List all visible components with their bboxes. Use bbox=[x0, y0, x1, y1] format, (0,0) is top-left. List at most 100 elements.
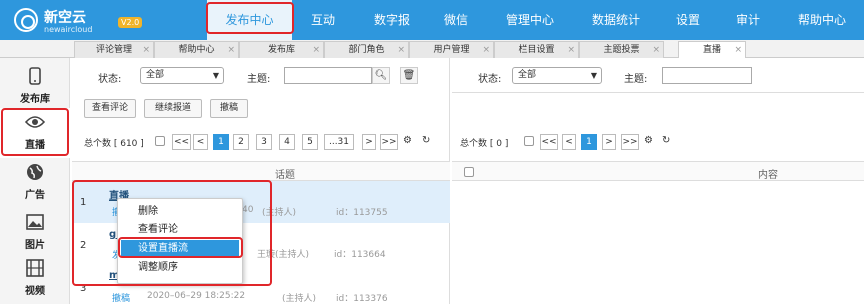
status-select-value: 全部 bbox=[518, 70, 537, 80]
first-page-button[interactable]: << bbox=[540, 134, 558, 150]
nav-interaction[interactable]: 互动 bbox=[298, 0, 348, 40]
select-all-checkbox[interactable] bbox=[464, 167, 474, 177]
page-1[interactable]: 1 bbox=[581, 134, 597, 150]
total-count: 总个数 [ 0 ] bbox=[460, 139, 509, 149]
tab-label: 帮助中心 bbox=[178, 45, 215, 55]
sidebar-label: 视频 bbox=[25, 286, 45, 297]
next-page-button[interactable]: > bbox=[362, 134, 376, 150]
nav-help-center[interactable]: 帮助中心 bbox=[790, 0, 854, 40]
subject-input[interactable] bbox=[284, 67, 372, 84]
search-icon: 🔍︎ bbox=[374, 70, 388, 81]
close-icon[interactable]: × bbox=[397, 42, 405, 58]
subject-input[interactable] bbox=[662, 67, 752, 84]
tab-label: 评论管理 bbox=[95, 45, 132, 55]
first-page-button[interactable]: << bbox=[172, 134, 191, 150]
close-icon[interactable]: × bbox=[652, 42, 660, 58]
row-time: 2020–06–29 18:25:22 bbox=[147, 291, 246, 301]
close-icon[interactable]: × bbox=[567, 42, 575, 58]
chevron-down-icon: ▼ bbox=[212, 71, 219, 80]
tab-publish-lib[interactable]: 发布库 × bbox=[239, 41, 324, 58]
image-icon bbox=[24, 212, 46, 232]
divider bbox=[452, 92, 864, 93]
status-label: 状态: bbox=[478, 74, 502, 85]
tab-strip: 评论管理 × 帮助中心 × 发布库 × 部门角色 × 用户管理 × 栏目设置 × 主题投票 ×… bbox=[0, 40, 864, 58]
refresh-icon[interactable]: ↻ bbox=[422, 135, 430, 146]
brand-subtitle: newaircloud bbox=[44, 25, 93, 34]
total-count: 总个数 [ 610 ] bbox=[84, 139, 144, 149]
highlight-box-sidebar bbox=[1, 108, 69, 156]
page-size-box[interactable] bbox=[155, 136, 165, 146]
page-1[interactable]: 1 bbox=[213, 134, 229, 150]
close-icon[interactable]: × bbox=[734, 42, 742, 58]
settings-icon[interactable]: ⚙ bbox=[403, 135, 412, 146]
tab-label: 部门角色 bbox=[348, 45, 385, 55]
withdraw-button[interactable]: 撤稿 bbox=[210, 99, 248, 118]
table-header: 内容 bbox=[452, 161, 864, 181]
trash-icon: 🗑︎ bbox=[402, 70, 416, 81]
tab-label: 栏目设置 bbox=[518, 45, 555, 55]
nav-digital-paper[interactable]: 数字报 bbox=[364, 0, 420, 40]
highlight-box-rows bbox=[72, 180, 272, 286]
page-31[interactable]: ...31 bbox=[324, 134, 354, 150]
highlight-box-nav bbox=[206, 2, 294, 34]
prev-page-button[interactable]: < bbox=[562, 134, 576, 150]
sidebar-item-publish-lib[interactable]: 发布库 bbox=[0, 62, 70, 112]
sidebar-label: 广告 bbox=[25, 190, 45, 201]
tab-user-mgmt[interactable]: 用户管理 × bbox=[409, 41, 494, 58]
page-2[interactable]: 2 bbox=[233, 134, 249, 150]
nav-management-center[interactable]: 管理中心 bbox=[498, 0, 562, 40]
nav-statistics[interactable]: 数据统计 bbox=[584, 0, 648, 40]
brand-logo[interactable]: 新空云 newaircloud V2.0 bbox=[14, 5, 143, 35]
view-comments-button[interactable]: 查看评论 bbox=[84, 99, 136, 118]
sidebar-item-videos[interactable]: 视频 bbox=[0, 254, 70, 304]
subject-label: 主题: bbox=[247, 74, 271, 85]
row-action[interactable]: 撤稿 bbox=[112, 291, 130, 304]
page-3[interactable]: 3 bbox=[256, 134, 272, 150]
row-id: id：113664 bbox=[334, 250, 386, 260]
nav-settings[interactable]: 设置 bbox=[668, 0, 708, 40]
status-select-value: 全部 bbox=[146, 70, 165, 80]
status-select[interactable]: 全部 ▼ bbox=[512, 67, 602, 84]
phone-icon bbox=[24, 66, 46, 86]
tab-live[interactable]: 直播 × bbox=[678, 41, 746, 58]
row-id: id：113755 bbox=[336, 208, 388, 218]
nav-wechat[interactable]: 微信 bbox=[432, 0, 480, 40]
continue-report-button[interactable]: 继续报道 bbox=[144, 99, 202, 118]
close-icon[interactable]: × bbox=[227, 42, 235, 58]
status-select[interactable]: 全部 ▼ bbox=[140, 67, 224, 84]
tab-topic-vote[interactable]: 主题投票 × bbox=[579, 41, 664, 58]
live-content-panel: 状态: 全部 ▼ 主题: 总个数 [ 0 ] << < 1 > >> ⚙ ↻ 内容 bbox=[452, 58, 864, 304]
close-icon[interactable]: × bbox=[482, 42, 490, 58]
close-icon[interactable]: × bbox=[142, 42, 150, 58]
refresh-icon[interactable]: ↻ bbox=[662, 135, 670, 146]
close-icon[interactable]: × bbox=[312, 42, 320, 58]
last-page-button[interactable]: >> bbox=[380, 134, 398, 150]
sidebar: 发布库 直播 广告 图片 视频 bbox=[0, 58, 70, 304]
status-label: 状态: bbox=[98, 74, 122, 85]
globe-icon bbox=[24, 162, 46, 182]
top-nav-bar: 新空云 newaircloud V2.0 发布中心 互动 数字报 微信 管理中心… bbox=[0, 0, 864, 40]
settings-icon[interactable]: ⚙ bbox=[644, 135, 653, 146]
next-page-button[interactable]: > bbox=[602, 134, 616, 150]
page-4[interactable]: 4 bbox=[279, 134, 295, 150]
page-size-box[interactable] bbox=[524, 136, 534, 146]
brand-name: 新空云 bbox=[44, 10, 86, 26]
search-button[interactable]: 🔍︎ bbox=[372, 67, 390, 84]
logo-icon bbox=[14, 8, 38, 32]
tab-comment-mgmt[interactable]: 评论管理 × bbox=[74, 41, 154, 58]
delete-button[interactable]: 🗑︎ bbox=[400, 67, 418, 84]
tab-help-center[interactable]: 帮助中心 × bbox=[154, 41, 239, 58]
version-badge: V2.0 bbox=[118, 17, 143, 28]
tab-dept-roles[interactable]: 部门角色 × bbox=[324, 41, 409, 58]
prev-page-button[interactable]: < bbox=[193, 134, 208, 150]
tab-label: 主题投票 bbox=[603, 45, 640, 55]
last-page-button[interactable]: >> bbox=[621, 134, 639, 150]
sidebar-label: 发布库 bbox=[20, 94, 50, 105]
nav-audit[interactable]: 审计 bbox=[730, 0, 766, 40]
tab-column-settings[interactable]: 栏目设置 × bbox=[494, 41, 579, 58]
tab-label: 用户管理 bbox=[433, 45, 470, 55]
sidebar-label: 图片 bbox=[25, 240, 45, 251]
page-5[interactable]: 5 bbox=[302, 134, 318, 150]
sidebar-item-images[interactable]: 图片 bbox=[0, 208, 70, 258]
sidebar-item-ads[interactable]: 广告 bbox=[0, 158, 70, 208]
